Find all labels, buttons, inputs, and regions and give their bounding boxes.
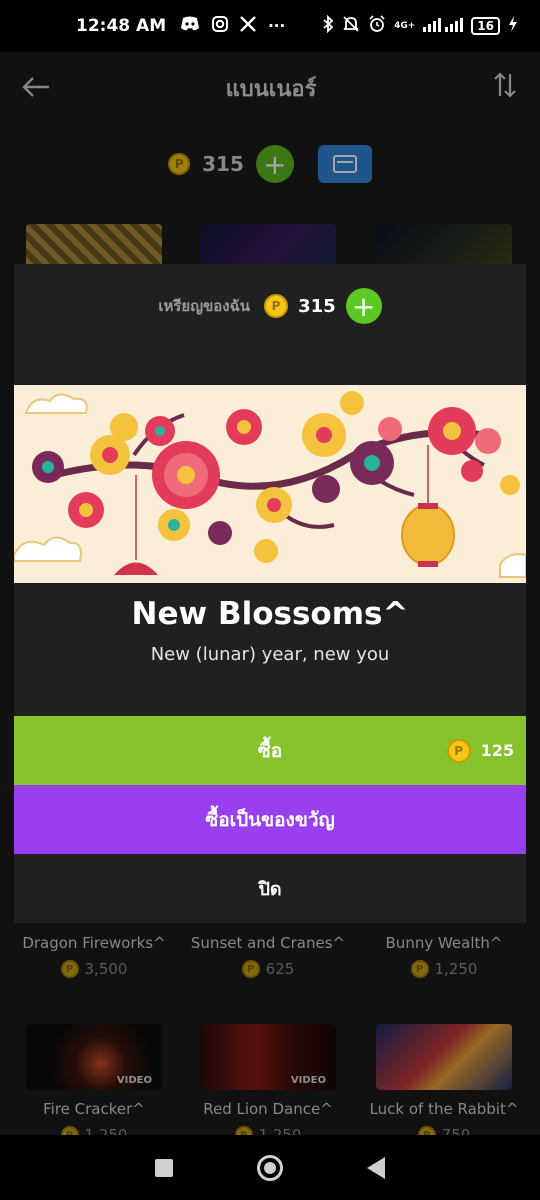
discord-icon [180, 16, 200, 36]
banner-preview-image [14, 385, 526, 583]
instagram-icon [212, 16, 229, 36]
status-bar: 12:48 AM ··· 4G+ 16 [0, 0, 540, 52]
x-icon [240, 16, 256, 36]
bluetooth-icon [322, 14, 334, 37]
coin-icon: P [264, 294, 289, 318]
buy-price: P 125 [446, 716, 514, 785]
signal-icon [423, 16, 464, 36]
more-icon: ··· [268, 17, 286, 35]
buy-price-amount: 125 [480, 741, 514, 760]
charging-icon [508, 16, 518, 36]
close-button-label: ปิด [258, 879, 282, 900]
close-button[interactable]: ปิด [14, 854, 526, 923]
recents-icon[interactable] [155, 1158, 173, 1177]
system-navigation-bar [0, 1135, 540, 1200]
battery-icon: 16 [471, 17, 500, 35]
buy-button[interactable]: ซื้อ P 125 [14, 716, 526, 785]
back-icon[interactable] [367, 1156, 385, 1179]
buy-as-gift-button[interactable]: ซื้อเป็นของขวัญ [14, 785, 526, 854]
product-subtitle: New (lunar) year, new you [150, 644, 390, 665]
system-icons: 4G+ 16 [322, 14, 518, 37]
coin-icon: P [446, 738, 471, 763]
status-time: 12:48 AM [76, 16, 167, 36]
home-icon[interactable] [257, 1154, 283, 1181]
notification-icons: ··· [180, 16, 285, 36]
buy-button-label: ซื้อ [257, 739, 283, 762]
add-coins-button[interactable]: + [345, 288, 382, 324]
my-coins-label: เหรียญของฉัน [158, 297, 251, 315]
product-title: New Blossoms^ [131, 596, 409, 632]
mute-icon [342, 15, 360, 37]
alarm-icon [368, 15, 386, 37]
gift-button-label: ซื้อเป็นของขวัญ [205, 808, 335, 831]
network-type: 4G+ [394, 21, 416, 31]
my-coins-amount: 315 [298, 295, 336, 317]
my-coins-row: เหรียญของฉัน P 315 + [14, 264, 526, 348]
purchase-dialog: เหรียญของฉัน P 315 + New Blossoms^ New (… [14, 264, 526, 923]
